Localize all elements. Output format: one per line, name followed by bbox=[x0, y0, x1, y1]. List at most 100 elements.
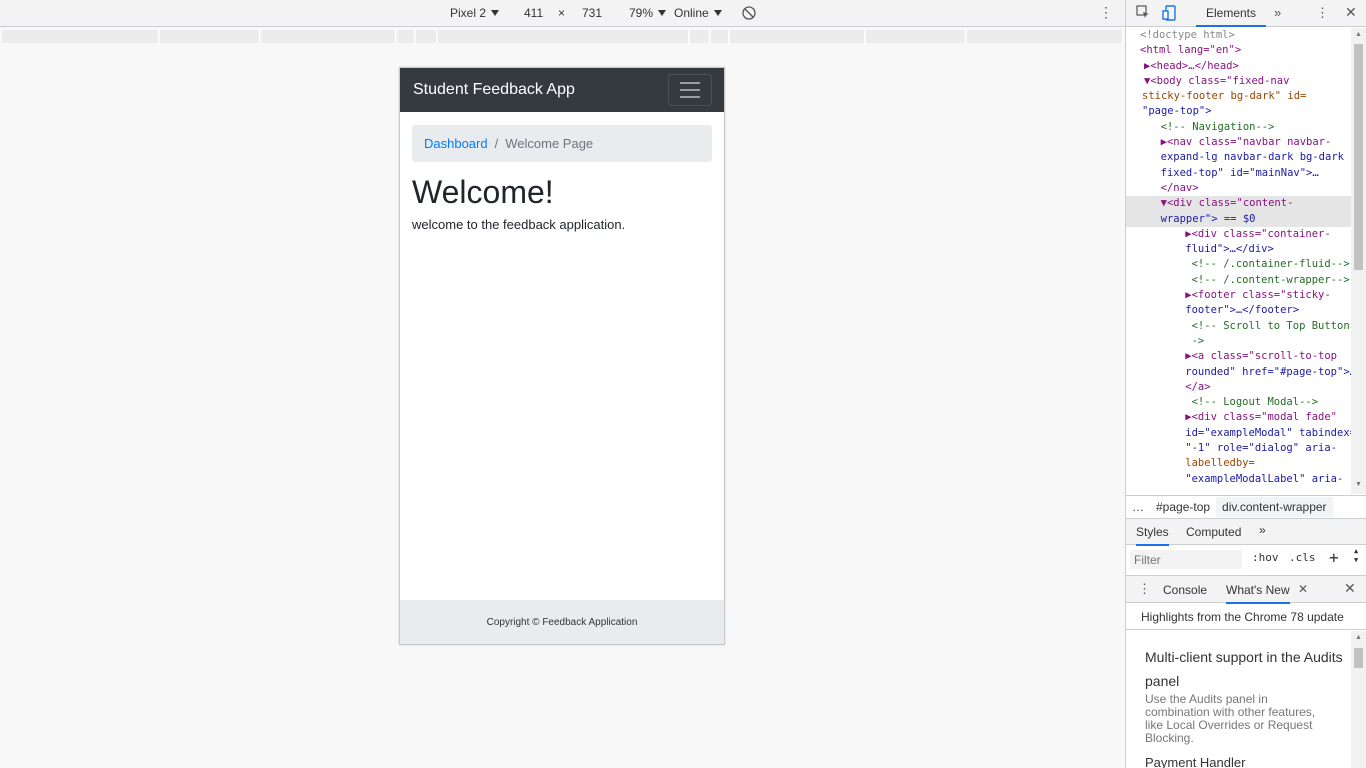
media-query-bar[interactable] bbox=[690, 30, 710, 43]
whats-new-content: Multi-client support in the Audits panel… bbox=[1126, 631, 1351, 768]
whats-new-item-title[interactable]: Payment Handler bbox=[1145, 755, 1351, 768]
code-line[interactable]: </nav> bbox=[1126, 181, 1351, 196]
media-query-bar[interactable] bbox=[416, 30, 437, 43]
tab-whats-new[interactable]: What's New bbox=[1226, 583, 1290, 604]
scroll-down-icon[interactable]: ▼ bbox=[1355, 481, 1362, 488]
device-toggle-icon[interactable] bbox=[1162, 5, 1176, 24]
page-title: Welcome! bbox=[412, 174, 554, 210]
network-select[interactable]: Online bbox=[674, 6, 722, 20]
navbar-brand[interactable]: Student Feedback App bbox=[413, 81, 575, 99]
code-line[interactable]: sticky-footer bg-dark" id= bbox=[1126, 89, 1351, 104]
scroll-up-icon[interactable]: ▲ bbox=[1355, 634, 1362, 641]
tab-computed[interactable]: Computed bbox=[1186, 525, 1241, 539]
code-line[interactable]: <!doctype html> bbox=[1126, 28, 1351, 43]
scrollbar-thumb[interactable] bbox=[1354, 648, 1363, 668]
dropdown-arrow-icon bbox=[491, 10, 500, 16]
breadcrumb-content-wrapper[interactable]: div.content-wrapper bbox=[1216, 496, 1333, 517]
media-query-bar[interactable] bbox=[397, 30, 415, 43]
styles-filter-input[interactable] bbox=[1130, 550, 1242, 569]
code-line[interactable]: -> bbox=[1126, 334, 1351, 349]
tab-console[interactable]: Console bbox=[1163, 583, 1207, 597]
media-query-bar[interactable] bbox=[866, 30, 966, 43]
navbar: Student Feedback App bbox=[400, 68, 724, 112]
code-line[interactable]: fluid">…</div> bbox=[1126, 242, 1351, 257]
styles-tabbar: Styles Computed » bbox=[1126, 518, 1366, 546]
devtools-panel: Elements » ⋮ ✕ <!doctype html> <html lan… bbox=[1125, 0, 1366, 768]
code-line[interactable]: ▶<a class="scroll-to-top bbox=[1126, 349, 1351, 364]
tab-styles[interactable]: Styles bbox=[1136, 525, 1169, 546]
device-viewport: Student Feedback App Dashboard / Welcome… bbox=[399, 67, 725, 645]
media-query-bar[interactable] bbox=[711, 30, 729, 43]
dropdown-arrow-icon bbox=[658, 10, 667, 16]
breadcrumb-more[interactable]: … bbox=[1126, 500, 1150, 514]
code-line[interactable]: "-1" role="dialog" aria- bbox=[1126, 441, 1351, 456]
code-line[interactable]: "page-top"> bbox=[1126, 104, 1351, 119]
more-options-icon[interactable]: ⋮ bbox=[1316, 5, 1329, 21]
code-line[interactable]: ▼<body class="fixed-nav bbox=[1126, 74, 1351, 89]
code-line-selected[interactable]: wrapper"> == $0 bbox=[1126, 211, 1351, 227]
code-line[interactable]: "exampleModalLabel" aria- bbox=[1126, 472, 1351, 487]
code-line[interactable]: <!-- Scroll to Top Button- bbox=[1126, 319, 1351, 334]
device-select[interactable]: Pixel 2 bbox=[450, 6, 500, 20]
zoom-select[interactable]: 79% bbox=[629, 6, 667, 20]
code-line[interactable]: <!-- /.container-fluid--> bbox=[1126, 257, 1351, 272]
code-line[interactable]: <html lang="en"> bbox=[1126, 43, 1351, 58]
whats-new-scrollbar[interactable]: ▲ bbox=[1351, 631, 1366, 768]
more-tabs-icon[interactable]: » bbox=[1274, 5, 1281, 20]
code-line[interactable]: rounded" href="#page-top">… bbox=[1126, 365, 1351, 380]
code-line[interactable]: <!-- /.content-wrapper--> bbox=[1126, 273, 1351, 288]
cls-button[interactable]: .cls bbox=[1289, 551, 1316, 564]
sidebar-scroll-icon[interactable]: ▲ ▼ bbox=[1354, 547, 1358, 565]
more-tabs-icon[interactable]: » bbox=[1259, 523, 1266, 537]
times-sign: × bbox=[558, 6, 566, 20]
width-input[interactable]: 411 bbox=[524, 6, 543, 20]
media-query-bar[interactable] bbox=[730, 30, 865, 43]
sticky-footer: Copyright © Feedback Application bbox=[400, 600, 724, 644]
code-line[interactable]: id="exampleModal" tabindex= bbox=[1126, 426, 1351, 441]
code-line-selected[interactable]: ▼<div class="content- bbox=[1126, 196, 1351, 212]
tab-elements[interactable]: Elements bbox=[1196, 0, 1266, 27]
copyright-text: Copyright © Feedback Application bbox=[486, 616, 638, 628]
close-icon[interactable]: ✕ bbox=[1345, 4, 1357, 21]
elements-scrollbar[interactable]: ▲ ▼ bbox=[1351, 28, 1366, 494]
navbar-toggler-button[interactable] bbox=[668, 74, 712, 106]
code-line[interactable]: ▶<nav class="navbar navbar- bbox=[1126, 135, 1351, 150]
media-query-bar[interactable] bbox=[967, 30, 1123, 43]
code-line[interactable]: <!-- Logout Modal--> bbox=[1126, 395, 1351, 410]
close-tab-icon[interactable]: ✕ bbox=[1298, 582, 1308, 596]
inspect-element-icon[interactable] bbox=[1136, 5, 1150, 22]
whats-new-item-desc: Use the Audits panel in combination with… bbox=[1145, 692, 1316, 745]
code-line[interactable]: labelledby= bbox=[1126, 456, 1351, 471]
code-line[interactable]: </a> bbox=[1126, 380, 1351, 395]
whats-new-item-title[interactable]: Multi-client support in the Audits panel bbox=[1145, 645, 1351, 693]
scroll-up-icon[interactable]: ▲ bbox=[1355, 31, 1362, 38]
media-query-bar[interactable] bbox=[438, 30, 689, 43]
height-input[interactable]: 731 bbox=[582, 6, 602, 20]
scrollbar-thumb[interactable] bbox=[1354, 44, 1363, 270]
breadcrumb-page-top[interactable]: #page-top bbox=[1150, 500, 1216, 514]
breadcrumb: Dashboard / Welcome Page bbox=[412, 125, 712, 162]
code-line[interactable]: fixed-top" id="mainNav">… bbox=[1126, 166, 1351, 181]
code-line[interactable]: ▶<div class="modal fade" bbox=[1126, 410, 1351, 425]
close-drawer-icon[interactable]: ✕ bbox=[1344, 580, 1356, 597]
hov-button[interactable]: :hov bbox=[1252, 551, 1279, 564]
new-rule-button[interactable]: + bbox=[1329, 548, 1339, 567]
drawer-tabbar: ⋮ Console What's New ✕ ✕ bbox=[1126, 575, 1366, 604]
rotate-icon[interactable] bbox=[741, 5, 757, 21]
drawer-menu-icon[interactable]: ⋮ bbox=[1138, 581, 1151, 597]
breadcrumb-dashboard-link[interactable]: Dashboard bbox=[424, 136, 488, 151]
code-line[interactable]: <!-- Navigation--> bbox=[1126, 120, 1351, 135]
media-query-bar[interactable] bbox=[160, 30, 260, 43]
code-line[interactable]: ▶<footer class="sticky- bbox=[1126, 288, 1351, 303]
more-options-icon[interactable]: ⋮ bbox=[1099, 5, 1113, 19]
media-query-bar[interactable] bbox=[2, 30, 159, 43]
code-line[interactable]: ▶<div class="container- bbox=[1126, 227, 1351, 242]
code-line[interactable]: expand-lg navbar-dark bg-dark bbox=[1126, 150, 1351, 165]
hamburger-icon bbox=[680, 82, 700, 84]
code-line[interactable]: ▶<head>…</head> bbox=[1126, 59, 1351, 74]
media-query-bar[interactable] bbox=[261, 30, 396, 43]
code-line[interactable]: footer">…</footer> bbox=[1126, 303, 1351, 318]
dom-breadcrumb-bar: … #page-top div.content-wrapper bbox=[1126, 495, 1366, 517]
device-toolbar: Pixel 2 411 × 731 79% Online ⋮ bbox=[0, 0, 1125, 27]
media-query-ruler bbox=[0, 28, 1125, 45]
